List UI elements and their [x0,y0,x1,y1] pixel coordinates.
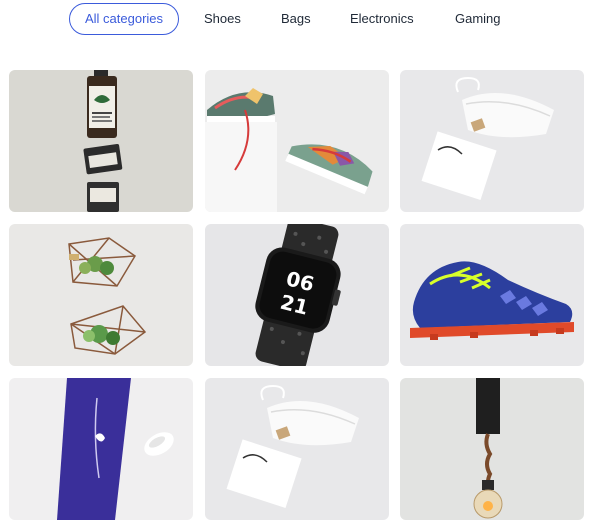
category-filter-bar: All categories Shoes Bags Electronics Ga… [0,0,594,40]
filter-electronics[interactable]: Electronics [350,3,414,35]
smartwatch-image: 06 21 [205,224,389,366]
gallery-tile-pouch[interactable] [400,70,584,212]
pouch-image [400,70,584,212]
gallery-tile-football-boot[interactable] [400,224,584,366]
gallery-tile-cosmetics[interactable] [9,70,193,212]
planters-image [9,224,193,366]
sneakers-image [205,70,389,212]
filter-all-categories[interactable]: All categories [69,3,180,35]
gallery-tile-cream-tube[interactable] [9,378,193,520]
cosmetics-image [9,70,193,212]
gallery-tile-smartwatch[interactable]: 06 21 [205,224,389,366]
pouch-image-2 [205,378,389,520]
filter-gaming[interactable]: Gaming [455,3,501,35]
gallery-tile-pendant-lamp[interactable] [400,378,584,520]
gallery-tile-pouch-2[interactable] [205,378,389,520]
gallery-tile-sneakers[interactable] [205,70,389,212]
gallery-tile-planters[interactable] [9,224,193,366]
football-boot-image [400,224,584,366]
cream-tube-image [9,378,193,520]
filter-bags[interactable]: Bags [281,3,311,35]
pendant-lamp-image [400,378,584,520]
filter-shoes[interactable]: Shoes [204,3,241,35]
